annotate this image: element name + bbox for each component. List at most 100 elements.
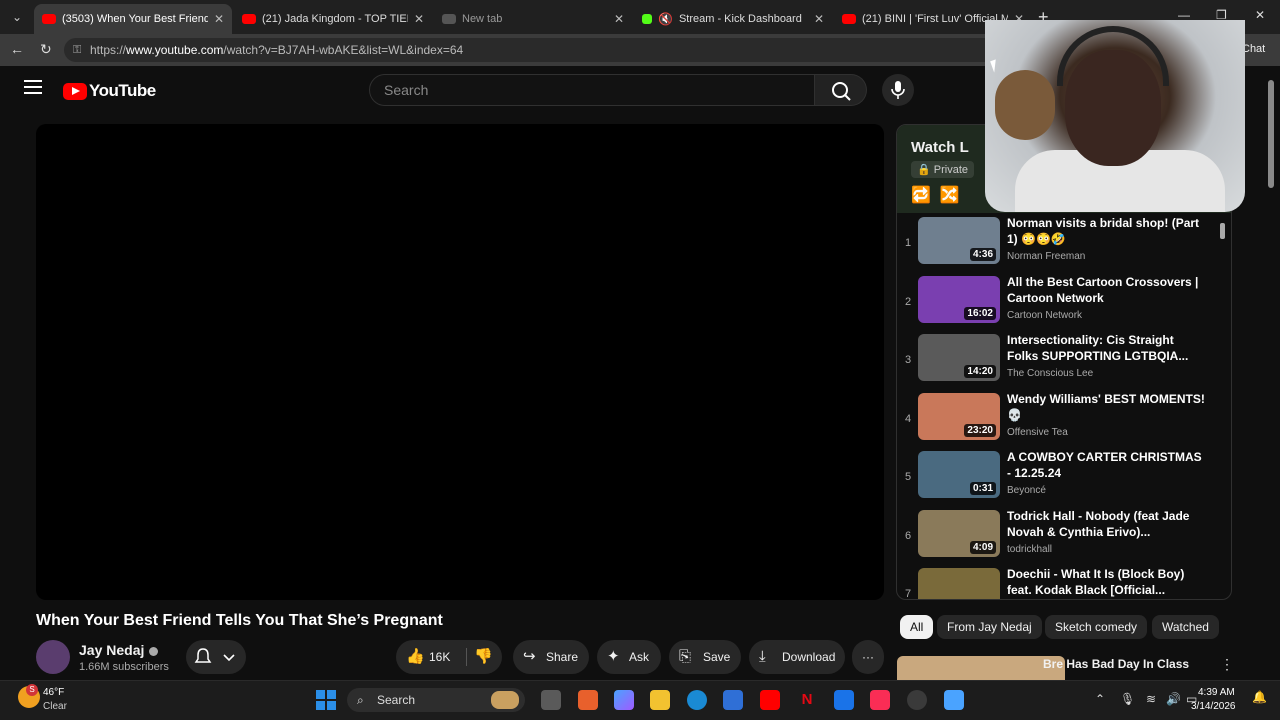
ask-button[interactable]: ✦ Ask: [597, 640, 661, 674]
task-view-icon[interactable]: [541, 690, 561, 710]
reload-icon[interactable]: ↻: [40, 41, 52, 58]
microphone-icon[interactable]: 🎙: [1120, 692, 1135, 706]
windows-start-icon[interactable]: [316, 690, 336, 710]
playlist-scrollbar-thumb[interactable]: [1220, 223, 1225, 239]
channel-name-text: Jay Nedaj: [79, 642, 145, 658]
close-tab-icon[interactable]: ✕: [614, 12, 624, 26]
search-input[interactable]: Search: [369, 74, 815, 106]
playlist-item[interactable]: 5 0:31 A COWBOY CARTER CHRISTMAS - 12.25.2…: [897, 449, 1227, 505]
playlist-video-channel[interactable]: Norman Freeman: [1007, 251, 1085, 262]
chip-all[interactable]: All: [900, 615, 934, 639]
video-thumbnail[interactable]: 4:36: [918, 217, 1000, 264]
save-label: Save: [703, 650, 731, 664]
playlist-item[interactable]: 6 4:09 Todrick Hall - Nobody (feat Jade No…: [897, 508, 1227, 564]
duration-badge: 0:31: [969, 482, 996, 495]
loop-icon[interactable]: 🔁: [911, 187, 931, 204]
playlist-video-title[interactable]: Doechii - What It Is (Block Boy) feat. K…: [1007, 566, 1207, 598]
guide-menu-icon[interactable]: [24, 80, 42, 94]
playlist-item[interactable]: 7 3:44 Doechii - What It Is (Block Boy) fe…: [897, 566, 1227, 599]
video-thumbnail[interactable]: 0:31: [918, 451, 1000, 498]
search-button[interactable]: [815, 74, 867, 106]
voice-search-button[interactable]: [882, 74, 914, 106]
close-tab-icon[interactable]: ✕: [214, 12, 224, 26]
url-host: www.youtube.com: [126, 43, 224, 57]
more-vertical-icon[interactable]: ⋮: [1220, 656, 1234, 673]
volume-icon[interactable]: 🔊: [1166, 692, 1181, 706]
lock-icon: 🔒: [917, 164, 931, 176]
show-hidden-icons-icon[interactable]: ⌃: [1095, 692, 1105, 706]
address-bar[interactable]: ⚿ https://www.youtube.com/watch?v=BJ7AH-…: [64, 38, 1062, 62]
like-button[interactable]: 👍 16K 👎: [396, 640, 502, 674]
more-actions-button[interactable]: ···: [852, 640, 884, 674]
recommendation-thumbnail[interactable]: [897, 656, 1065, 680]
thumbs-down-icon[interactable]: 👎: [474, 640, 493, 674]
temperature[interactable]: 46°F: [43, 687, 64, 698]
site-info-icon[interactable]: ⚿: [73, 38, 81, 62]
youtube-logo[interactable]: YouTube: [63, 81, 156, 101]
browser-tab[interactable]: (3503) When Your Best Friend Tells ✕: [34, 4, 232, 34]
playlist-video-title[interactable]: All the Best Cartoon Crossovers | Cartoo…: [1007, 274, 1207, 306]
back-arrow-icon[interactable]: ←: [10, 41, 24, 57]
playlist-video-title[interactable]: Wendy Williams' BEST MOMENTS! 💀: [1007, 391, 1207, 423]
browser-tab[interactable]: New tab ✕: [434, 4, 632, 34]
close-window-icon[interactable]: ✕: [1255, 8, 1265, 22]
subscription-notifications-button[interactable]: [186, 640, 246, 674]
clock-time[interactable]: 4:39 AM: [1198, 687, 1235, 698]
recommendation-title[interactable]: Bre Has Bad Day In Class: [1043, 657, 1189, 671]
playlist-item[interactable]: 2 16:02 All the Best Cartoon Crossovers | …: [897, 274, 1227, 330]
playlist-video-channel[interactable]: Offensive Tea: [1007, 427, 1068, 438]
video-thumbnail[interactable]: 16:02: [918, 275, 1000, 323]
file-explorer-icon[interactable]: [650, 690, 670, 710]
copilot-taskbar-icon[interactable]: [614, 690, 634, 710]
playlist-item[interactable]: 1 4:36 Norman visits a bridal shop! (Part …: [897, 215, 1227, 271]
playlist-video-channel[interactable]: The Conscious Lee: [1007, 368, 1093, 379]
close-tab-icon[interactable]: ✕: [414, 12, 424, 26]
clock-date[interactable]: 3/14/2026: [1191, 701, 1236, 712]
chip-watched[interactable]: Watched: [1152, 615, 1219, 639]
channel-avatar[interactable]: [36, 640, 70, 674]
app-icon[interactable]: [578, 690, 598, 710]
close-tab-icon[interactable]: ✕: [814, 12, 824, 26]
taskbar-search[interactable]: ⌕ Search: [347, 688, 525, 712]
sparkle-icon: ✦: [607, 648, 620, 665]
video-thumbnail[interactable]: 4:09: [918, 509, 1000, 557]
tab-title: New tab: [462, 13, 503, 25]
playlist-video-title[interactable]: A COWBOY CARTER CHRISTMAS - 12.25.24: [1007, 449, 1207, 481]
save-button[interactable]: ⎘ Save: [669, 640, 741, 674]
playlist-title[interactable]: Watch L: [911, 139, 969, 156]
playlist-video-channel[interactable]: todrickhall: [1007, 544, 1052, 555]
edge-browser-icon[interactable]: [687, 690, 707, 710]
video-thumbnail[interactable]: 23:20: [918, 392, 1000, 440]
wifi-icon[interactable]: ≋: [1146, 692, 1156, 706]
browser-tab[interactable]: (21) Jada Kingdom - TOP TIER #Tw ✕: [234, 4, 432, 34]
channel-name[interactable]: Jay Nedaj: [79, 642, 159, 658]
apple-music-icon[interactable]: [870, 690, 890, 710]
chip-from-channel[interactable]: From Jay Nedaj: [937, 615, 1042, 639]
notepad-icon[interactable]: [944, 690, 964, 710]
video-thumbnail[interactable]: 14:20: [918, 334, 1000, 381]
settings-gear-icon[interactable]: [907, 690, 927, 710]
weather-condition[interactable]: Clear: [43, 701, 67, 712]
microsoft-store-icon[interactable]: [723, 690, 743, 710]
notification-center-icon[interactable]: 🔔: [1252, 690, 1267, 704]
chip-sketch-comedy[interactable]: Sketch comedy: [1045, 615, 1148, 639]
app-icon[interactable]: [834, 690, 854, 710]
video-player[interactable]: [36, 124, 884, 600]
tab-actions-menu-icon[interactable]: ⌄: [6, 6, 28, 28]
video-thumbnail[interactable]: 3:44: [918, 568, 1000, 599]
page-scrollbar-thumb[interactable]: [1268, 80, 1274, 188]
playlist-video-title[interactable]: Intersectionality: Cis Straight Folks SU…: [1007, 332, 1207, 364]
playlist-item[interactable]: 3 14:20 Intersectionality: Cis Straight Fo…: [897, 332, 1227, 388]
youtube-app-icon[interactable]: [760, 690, 780, 710]
playlist-video-title[interactable]: Todrick Hall - Nobody (feat Jade Novah &…: [1007, 508, 1207, 540]
download-button[interactable]: ⤓ Download: [749, 640, 845, 674]
shuffle-icon[interactable]: 🔀: [940, 187, 960, 204]
browser-tab[interactable]: 🔇 Stream - Kick Dashboard ✕: [634, 4, 832, 34]
share-button[interactable]: ↪ Share: [513, 640, 589, 674]
playlist-video-channel[interactable]: Cartoon Network: [1007, 310, 1082, 321]
playlist-video-title[interactable]: Norman visits a bridal shop! (Part 1) 😳😳…: [1007, 215, 1207, 247]
netflix-icon[interactable]: N: [797, 690, 817, 710]
muted-speaker-icon[interactable]: 🔇: [658, 12, 673, 26]
playlist-item[interactable]: 4 23:20 Wendy Williams' BEST MOMENTS! 💀 Off…: [897, 391, 1227, 447]
playlist-video-channel[interactable]: Beyoncé: [1007, 485, 1046, 496]
